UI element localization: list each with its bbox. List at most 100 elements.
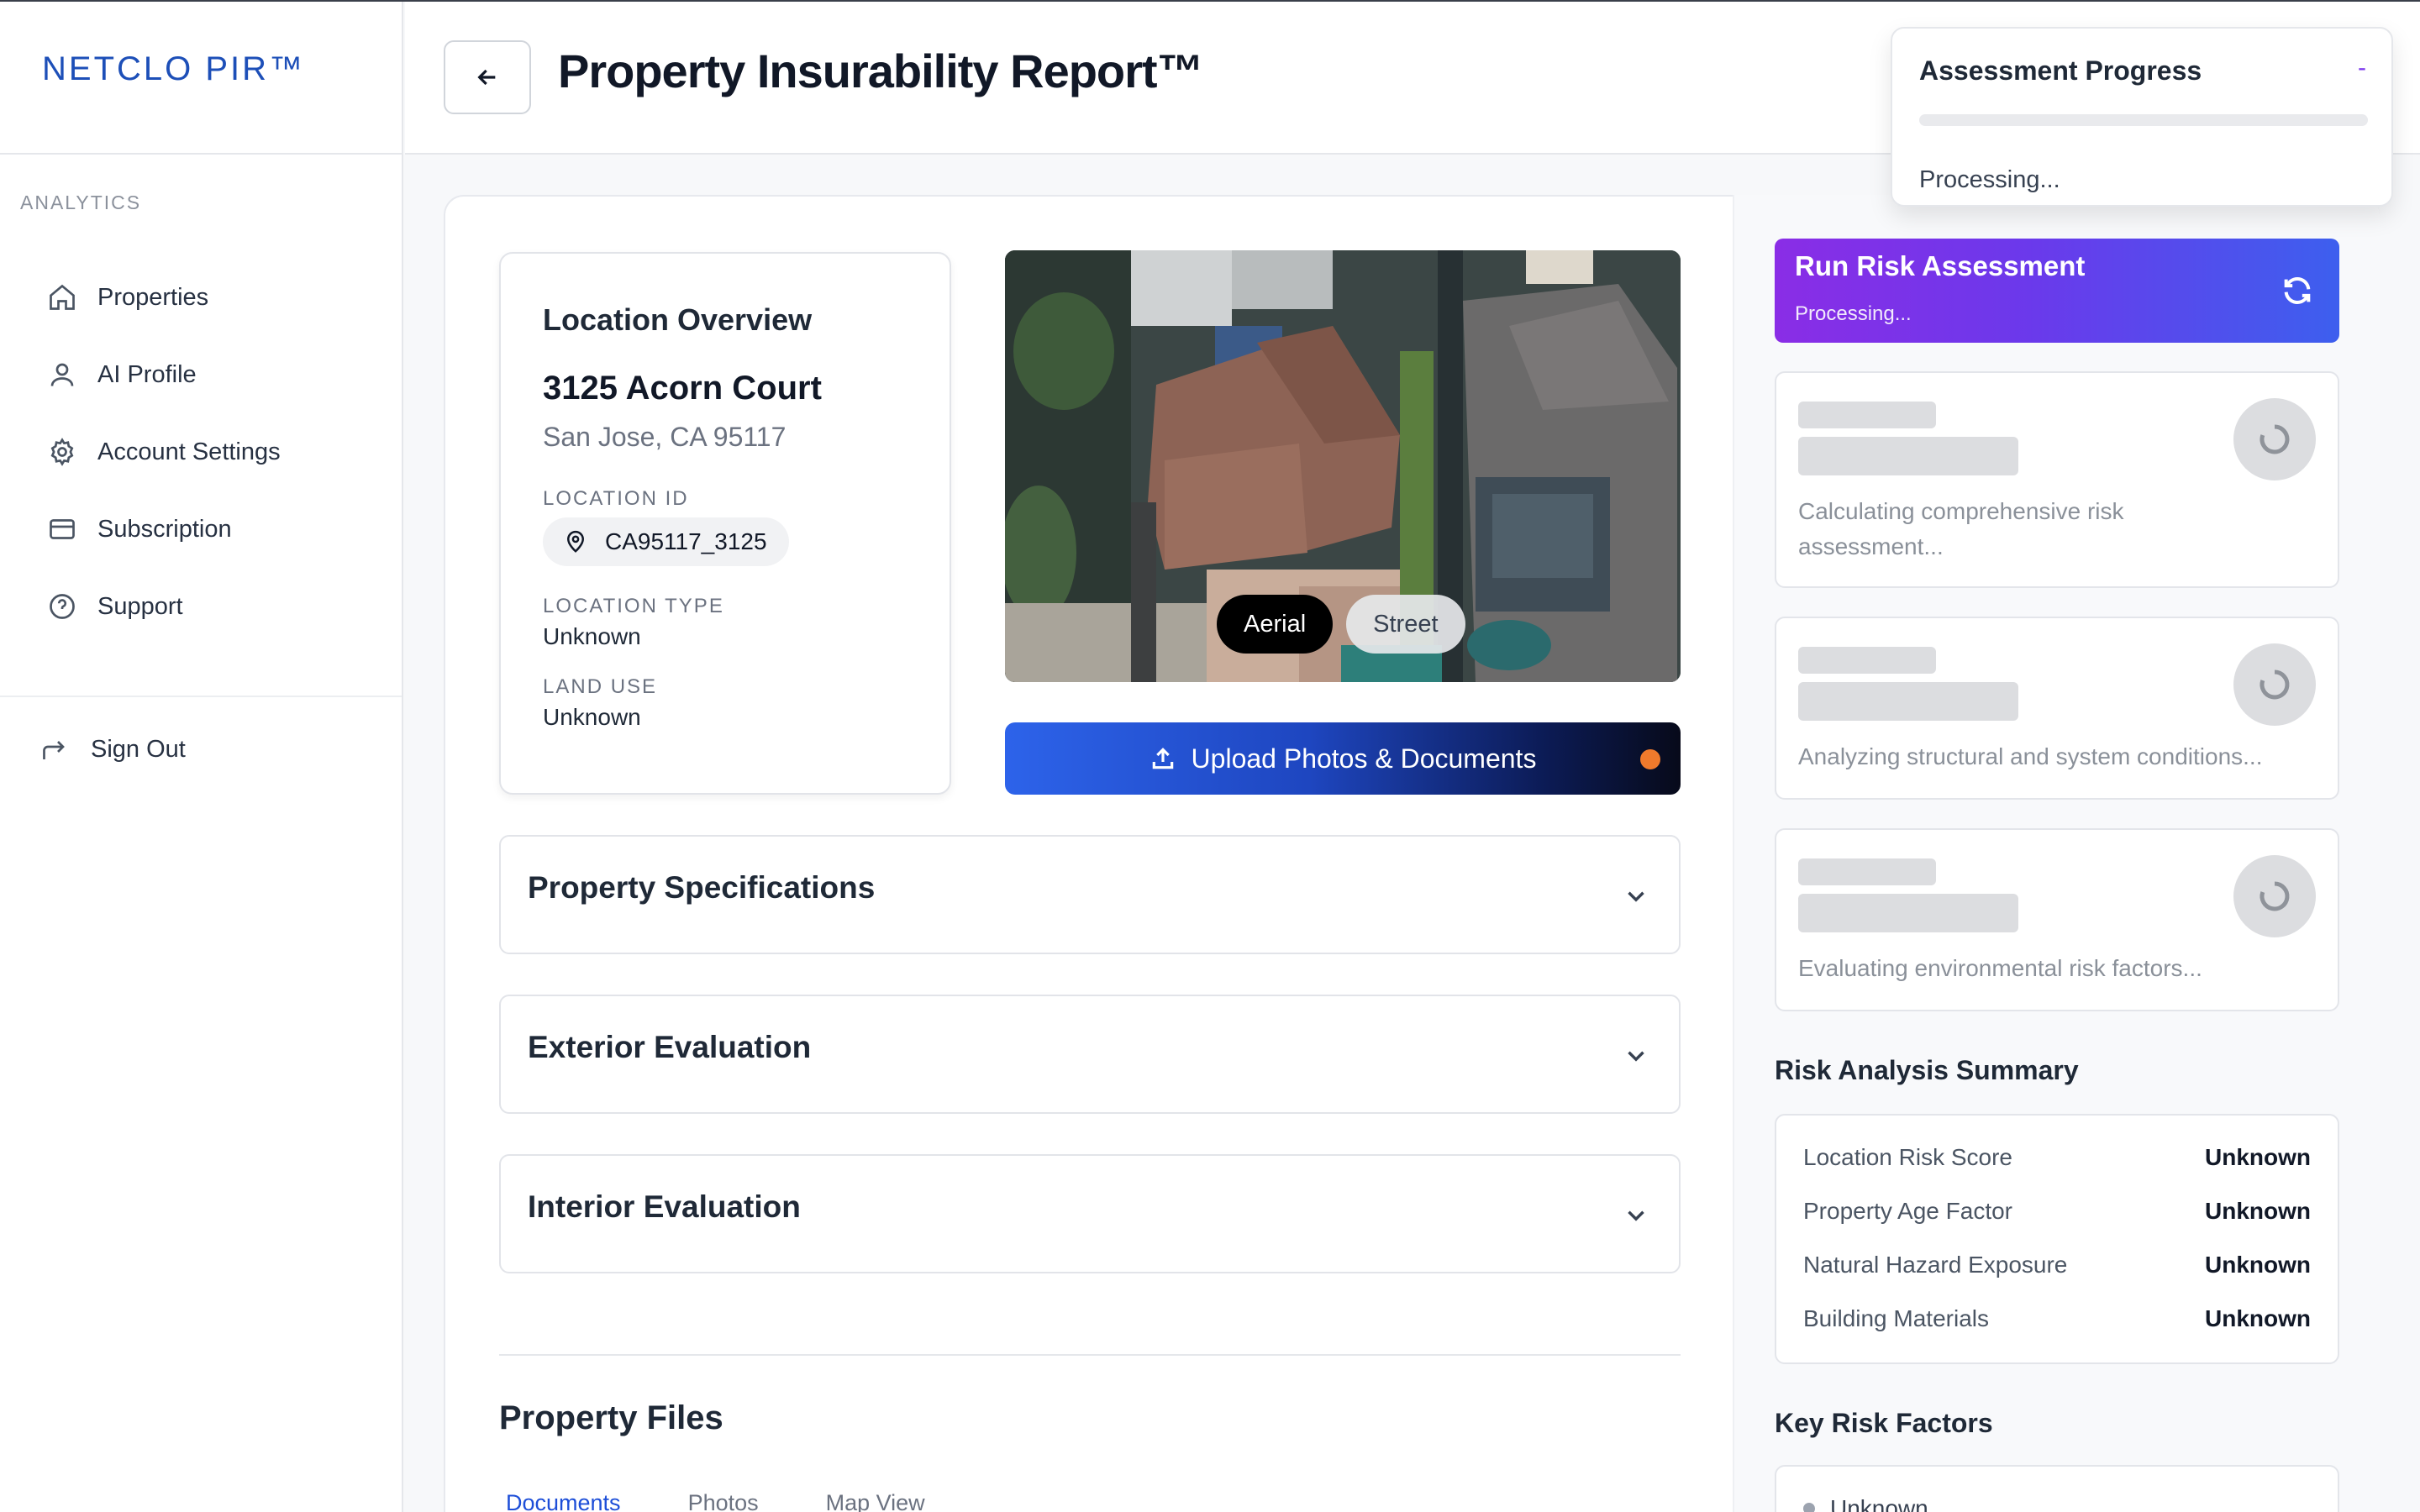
sign-out-icon — [43, 741, 65, 759]
sidebar-item-label: AI Profile — [97, 360, 197, 388]
summary-label: Building Materials — [1803, 1305, 1989, 1331]
spinner-icon — [2260, 669, 2290, 700]
page-title: Property Insurability Report™ — [558, 45, 1204, 97]
progress-title: Assessment Progress — [1919, 55, 2202, 86]
run-risk-assessment-button[interactable]: Run Risk Assessment Processing... — [1775, 239, 2339, 343]
summary-value: Unknown — [2205, 1198, 2311, 1224]
sidebar-item-subscription[interactable]: Subscription — [0, 491, 402, 568]
skeleton-placeholder — [1798, 858, 1936, 885]
loading-card-structural: Analyzing structural and system conditio… — [1775, 617, 2339, 800]
loading-text: Analyzing structural and system conditio… — [1798, 743, 2263, 769]
chevron-down-icon — [1628, 891, 1644, 902]
location-id-badge: CA95117_3125 — [543, 517, 789, 566]
run-assessment-title: Run Risk Assessment — [1795, 250, 2086, 281]
sidebar-divider — [0, 696, 402, 697]
location-overview-title: Location Overview — [543, 302, 813, 337]
refresh-icon — [2284, 277, 2311, 304]
skeleton-placeholder — [1798, 647, 1936, 674]
upload-status-dot — [1640, 749, 1660, 769]
assessment-progress-popover: Assessment Progress - Processing... — [1891, 27, 2393, 207]
property-city: San Jose, CA 95117 — [543, 422, 786, 452]
brand-name: NETCLO PIR™ — [42, 50, 306, 87]
summary-row: Building Materials Unknown — [1803, 1302, 2311, 1336]
summary-row: Natural Hazard Exposure Unknown — [1803, 1248, 2311, 1282]
summary-label: Property Age Factor — [1803, 1198, 2013, 1224]
section-divider — [499, 1354, 1681, 1356]
sign-out-button[interactable]: Sign Out — [40, 734, 186, 764]
loading-card-risk: Calculating comprehensive risk assessmen… — [1775, 371, 2339, 588]
location-id-label: LOCATION ID — [543, 487, 689, 510]
key-risk-factors-title: Key Risk Factors — [1775, 1408, 1993, 1438]
user-icon — [50, 363, 74, 386]
sidebar-nav: Properties AI Profile Account Settings S… — [0, 259, 402, 645]
property-files-title: Property Files — [499, 1399, 723, 1436]
sidebar-item-account-settings[interactable]: Account Settings — [0, 413, 402, 491]
location-type-label: LOCATION TYPE — [543, 595, 724, 617]
sidebar-section-label: ANALYTICS — [20, 192, 142, 213]
sidebar-item-label: Subscription — [97, 515, 232, 543]
skeleton-placeholder — [1798, 437, 2018, 475]
accordion-interior-evaluation[interactable]: Interior Evaluation — [499, 1154, 1681, 1273]
summary-label: Natural Hazard Exposure — [1803, 1252, 2068, 1278]
run-assessment-status: Processing... — [1795, 302, 1912, 325]
sign-out-label: Sign Out — [91, 735, 186, 763]
brand-logo[interactable]: NETCLO PIR™ — [0, 2, 402, 155]
sidebar-item-label: Support — [97, 592, 183, 620]
summary-row: Property Age Factor Unknown — [1803, 1194, 2311, 1228]
loading-text: Evaluating environmental risk factors... — [1798, 955, 2202, 981]
loading-spinner — [2233, 855, 2316, 937]
accordion-title: Property Specifications — [528, 870, 876, 905]
summary-value: Unknown — [2205, 1305, 2311, 1331]
tab-documents[interactable]: Documents — [506, 1490, 621, 1512]
credit-card-icon — [50, 519, 75, 539]
spinner-icon — [2260, 424, 2290, 454]
spinner-icon — [2260, 881, 2290, 911]
home-icon — [50, 284, 75, 310]
sidebar-item-ai-profile[interactable]: AI Profile — [0, 336, 402, 413]
aerial-view-button[interactable]: Aerial — [1217, 595, 1334, 654]
progress-indicator[interactable]: - — [2358, 54, 2366, 82]
accordion-title: Interior Evaluation — [528, 1189, 801, 1224]
sidebar-item-properties[interactable]: Properties — [0, 259, 402, 336]
summary-value: Unknown — [2205, 1144, 2311, 1170]
loading-text: Calculating comprehensive risk assessmen… — [1798, 498, 2124, 559]
skeleton-placeholder — [1798, 894, 2018, 932]
sidebar-item-support[interactable]: Support — [0, 568, 402, 645]
land-use-value: Unknown — [543, 704, 641, 730]
location-id-value: CA95117_3125 — [605, 528, 767, 554]
location-overview-card: Location Overview 3125 Acorn Court San J… — [499, 252, 951, 795]
sidebar-item-label: Account Settings — [97, 438, 281, 465]
map-view-toggle: Aerial Street — [1217, 595, 1465, 654]
property-files-tabs: Documents Photos Map View — [506, 1490, 925, 1512]
back-button[interactable] — [444, 40, 531, 114]
risk-factor-text: Unknown — [1830, 1495, 1928, 1512]
accordion-property-specifications[interactable]: Property Specifications — [499, 835, 1681, 954]
arrow-left-icon — [477, 69, 496, 86]
chevron-down-icon — [1628, 1210, 1644, 1221]
progress-bar — [1919, 114, 2368, 126]
key-risk-factors-card: Unknown — [1775, 1465, 2339, 1512]
skeleton-placeholder — [1798, 402, 1936, 428]
bullet-icon — [1803, 1503, 1815, 1512]
gear-icon — [50, 438, 74, 466]
loading-card-environmental: Evaluating environmental risk factors... — [1775, 828, 2339, 1011]
land-use-label: LAND USE — [543, 675, 658, 698]
upload-icon — [1152, 748, 1173, 769]
loading-spinner — [2233, 643, 2316, 726]
location-type-value: Unknown — [543, 623, 641, 649]
accordion-title: Exterior Evaluation — [528, 1030, 812, 1064]
tab-map-view[interactable]: Map View — [826, 1490, 925, 1512]
summary-row: Location Risk Score Unknown — [1803, 1141, 2311, 1174]
accordion-exterior-evaluation[interactable]: Exterior Evaluation — [499, 995, 1681, 1114]
skeleton-placeholder — [1798, 682, 2018, 721]
list-item: Unknown — [1803, 1495, 1928, 1512]
risk-summary-title: Risk Analysis Summary — [1775, 1055, 2079, 1085]
upload-photos-button[interactable]: Upload Photos & Documents — [1005, 722, 1681, 795]
progress-status: Processing... — [1919, 166, 2060, 193]
help-circle-icon — [50, 594, 75, 619]
loading-spinner — [2233, 398, 2316, 480]
upload-label: Upload Photos & Documents — [1191, 743, 1537, 774]
street-view-button[interactable]: Street — [1346, 595, 1465, 654]
summary-label: Location Risk Score — [1803, 1144, 2013, 1170]
tab-photos[interactable]: Photos — [688, 1490, 759, 1512]
